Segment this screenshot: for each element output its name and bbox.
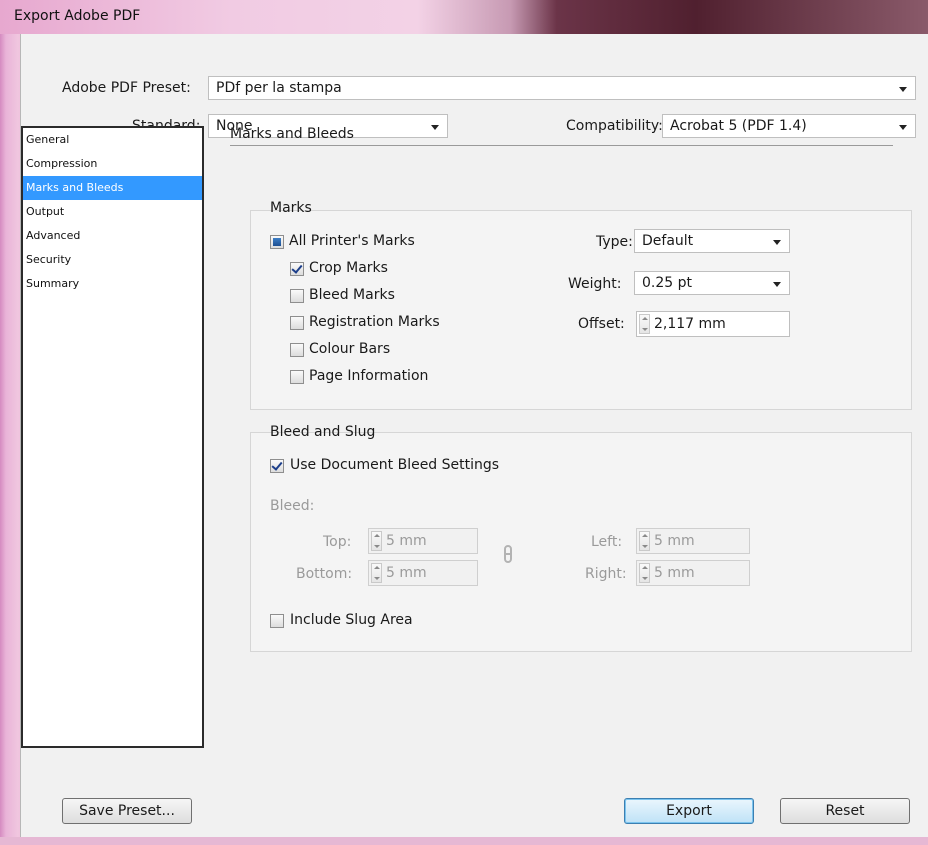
panel-title: Marks and Bleeds (230, 126, 354, 142)
page-information-label: Page Information (309, 368, 429, 384)
include-slug-area-label: Include Slug Area (290, 612, 413, 628)
spinner-arrows-icon[interactable] (371, 531, 382, 551)
offset-label: Offset: (578, 316, 625, 332)
colour-bars-label: Colour Bars (309, 341, 391, 357)
save-preset-button[interactable]: Save Preset... (62, 798, 192, 824)
bleed-right-value: 5 mm (654, 565, 695, 581)
page-information-checkbox[interactable] (290, 370, 304, 384)
chevron-down-icon (773, 282, 781, 287)
preset-dropdown[interactable]: PDf per la stampa (208, 76, 916, 100)
bleed-top-spinbox[interactable]: 5 mm (368, 528, 478, 554)
sidebar-item-security[interactable]: Security (23, 248, 202, 272)
bleed-right-spinbox[interactable]: 5 mm (636, 560, 750, 586)
bleed-bottom-label: Bottom: (296, 566, 353, 582)
type-dropdown[interactable]: Default (634, 229, 790, 253)
use-document-bleed-checkbox[interactable] (270, 459, 284, 473)
type-label: Type: (596, 234, 633, 250)
all-printers-marks-checkbox[interactable] (270, 235, 284, 249)
sidebar-item-summary[interactable]: Summary (23, 272, 202, 296)
link-chain-icon[interactable] (504, 545, 512, 563)
preset-value: PDf per la stampa (216, 80, 342, 96)
bleed-top-value: 5 mm (386, 533, 427, 549)
crop-marks-checkbox[interactable] (290, 262, 304, 276)
use-document-bleed-label: Use Document Bleed Settings (290, 457, 500, 473)
bleed-marks-label: Bleed Marks (309, 287, 395, 303)
spinner-arrows-icon[interactable] (371, 563, 382, 583)
registration-marks-label: Registration Marks (309, 314, 440, 330)
offset-spinbox[interactable]: 2,117 mm (636, 311, 790, 337)
type-value: Default (642, 233, 694, 249)
weight-value: 0.25 pt (642, 275, 692, 291)
title-bar[interactable]: Export Adobe PDF (0, 0, 928, 34)
bleed-bottom-value: 5 mm (386, 565, 427, 581)
bleed-label: Bleed: (270, 498, 315, 514)
weight-dropdown[interactable]: 0.25 pt (634, 271, 790, 295)
weight-label: Weight: (568, 276, 622, 292)
bleed-and-slug-group-title: Bleed and Slug (270, 424, 376, 440)
preset-label: Adobe PDF Preset: (62, 80, 191, 96)
sidebar-item-output[interactable]: Output (23, 200, 202, 224)
export-button[interactable]: Export (624, 798, 754, 824)
crop-marks-label: Crop Marks (309, 260, 388, 276)
chevron-down-icon (431, 125, 439, 130)
sidebar-item-marks-and-bleeds[interactable]: Marks and Bleeds (23, 176, 202, 200)
bleed-marks-checkbox[interactable] (290, 289, 304, 303)
bleed-bottom-spinbox[interactable]: 5 mm (368, 560, 478, 586)
bleed-right-label: Right: (585, 566, 627, 582)
compatibility-dropdown[interactable]: Acrobat 5 (PDF 1.4) (662, 114, 916, 138)
spinner-arrows-icon[interactable] (639, 563, 650, 583)
chevron-down-icon (899, 87, 907, 92)
include-slug-area-checkbox[interactable] (270, 614, 284, 628)
spinner-arrows-icon[interactable] (639, 531, 650, 551)
window-title: Export Adobe PDF (14, 8, 141, 24)
category-list[interactable]: General Compression Marks and Bleeds Out… (21, 126, 204, 748)
registration-marks-checkbox[interactable] (290, 316, 304, 330)
sidebar-item-general[interactable]: General (23, 128, 202, 152)
bleed-left-value: 5 mm (654, 533, 695, 549)
chevron-down-icon (899, 125, 907, 130)
colour-bars-checkbox[interactable] (290, 343, 304, 357)
sidebar-item-advanced[interactable]: Advanced (23, 224, 202, 248)
window-bottom-edge (0, 837, 928, 845)
reset-button[interactable]: Reset (780, 798, 910, 824)
marks-group-title: Marks (270, 200, 312, 216)
spinner-arrows-icon[interactable] (639, 314, 650, 334)
bleed-left-spinbox[interactable]: 5 mm (636, 528, 750, 554)
offset-value: 2,117 mm (654, 316, 726, 332)
panel-title-divider (230, 145, 893, 146)
all-printers-marks-label: All Printer's Marks (289, 233, 415, 249)
compatibility-label: Compatibility: (566, 118, 663, 134)
chevron-down-icon (773, 240, 781, 245)
compatibility-value: Acrobat 5 (PDF 1.4) (670, 118, 807, 134)
bleed-top-label: Top: (323, 534, 352, 550)
sidebar-item-compression[interactable]: Compression (23, 152, 202, 176)
bleed-left-label: Left: (591, 534, 623, 550)
